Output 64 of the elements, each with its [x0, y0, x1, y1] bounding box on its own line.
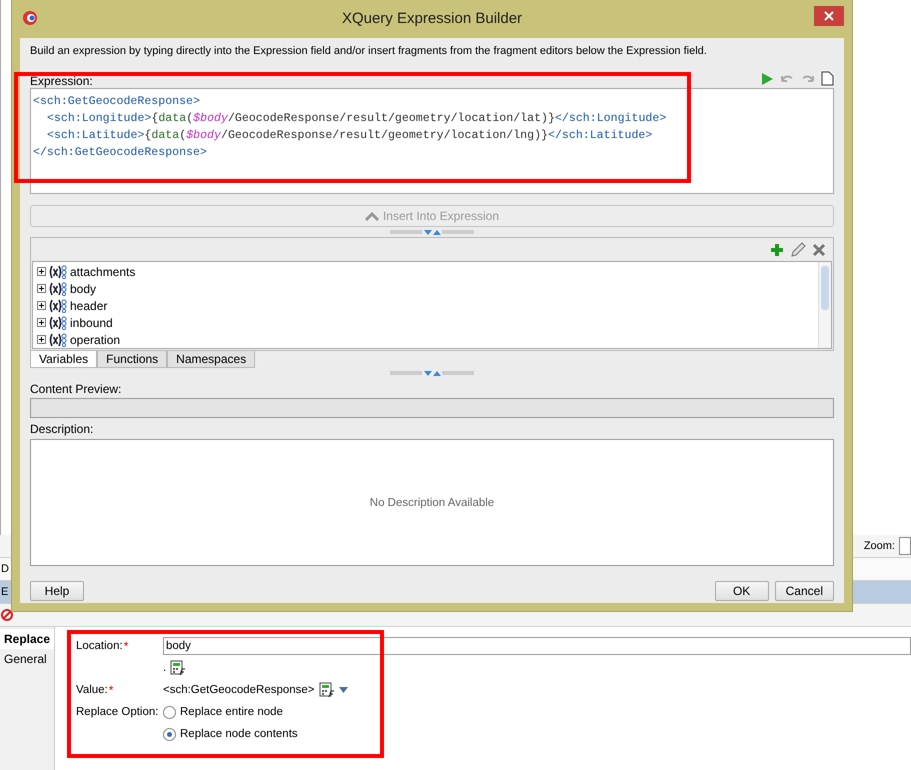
variable-icon [48, 332, 68, 346]
calculator-icon[interactable] [170, 660, 186, 676]
required-mark: * [124, 639, 128, 653]
zoom-field[interactable] [899, 537, 911, 555]
instructions-text: Build an expression by typing directly into the Expression field and/or insert fragments from the fragment editors below the Expression field. [30, 45, 708, 57]
expand-icon[interactable] [37, 284, 46, 292]
chevron-up-icon [364, 212, 379, 220]
expand-icon[interactable] [37, 266, 46, 276]
tab[interactable]: Functions [97, 351, 168, 368]
play-icon[interactable] [760, 72, 774, 86]
value-text: <sch:GetGeocodeResponse> [163, 684, 315, 696]
close-button[interactable] [814, 6, 844, 26]
tree-item[interactable]: operation [70, 332, 120, 346]
value-label: Value: [76, 684, 108, 696]
expand-icon[interactable] [37, 318, 46, 326]
description-text: No Description Available [370, 496, 494, 508]
scrollbar[interactable] [818, 262, 831, 348]
window-title: XQuery Expression Builder [342, 10, 522, 27]
dropdown-caret-icon[interactable] [338, 687, 348, 693]
variable-icon [48, 282, 68, 296]
content-preview-label: Content Preview: [30, 382, 122, 396]
description-label: Description: [30, 422, 94, 436]
code-line: <sch:Latitude>{data($body/GeocodeResponse/result/geometry/location/lng)}</sch:Latitude> [46, 128, 654, 144]
radio-option[interactable]: Replace entire node [163, 706, 283, 718]
tab[interactable]: Namespaces [167, 351, 256, 368]
add-icon[interactable] [770, 242, 784, 256]
dialog-button[interactable]: Cancel [774, 581, 834, 601]
error-icon [1, 609, 13, 621]
delete-icon[interactable] [812, 242, 826, 256]
pencil-icon[interactable] [790, 242, 806, 258]
expand-icon[interactable] [37, 300, 46, 310]
panel-title: E [1, 586, 8, 598]
document-icon[interactable] [821, 71, 834, 86]
splitter-handle[interactable] [390, 229, 474, 235]
hint-dot: . [163, 662, 166, 674]
code-line: </sch:GetGeocodeResponse> [33, 145, 208, 161]
replace-option-label: Replace Option: [76, 706, 158, 718]
expression-label: Expression: [30, 74, 93, 88]
close-icon [824, 11, 834, 21]
tree-item[interactable]: body [70, 282, 96, 296]
expand-icon[interactable] [37, 334, 46, 344]
calculator-icon[interactable] [318, 682, 335, 698]
help-button[interactable]: Help [30, 581, 84, 601]
app-logo-icon [22, 10, 38, 26]
code-line: <sch:GetGeocodeResponse> [33, 94, 201, 110]
tab-label: D [1, 563, 9, 575]
variable-icon [48, 264, 68, 278]
location-field[interactable]: body [163, 637, 911, 655]
tree-item[interactable]: header [70, 298, 108, 312]
zoom-label: Zoom: [864, 540, 895, 552]
tab[interactable]: Variables [30, 351, 98, 368]
code-line: <sch:Longitude>{data($body/GeocodeResponse/result/geometry/location/lat)}</sch:Longitude> [46, 111, 668, 127]
tree-item[interactable]: inbound [70, 316, 113, 330]
expression-editor[interactable] [30, 88, 834, 194]
required-mark: * [108, 683, 114, 697]
dialog-button[interactable]: OK [714, 581, 769, 601]
location-label: Location: [76, 640, 123, 652]
variable-icon [48, 298, 68, 312]
tree-item[interactable]: attachments [70, 264, 136, 278]
splitter-handle[interactable] [390, 370, 474, 376]
radio-option[interactable]: Replace node contents [163, 728, 298, 740]
side-tab[interactable]: Replace [0, 629, 54, 649]
variable-icon [48, 316, 68, 330]
side-tab[interactable]: General [0, 649, 54, 669]
